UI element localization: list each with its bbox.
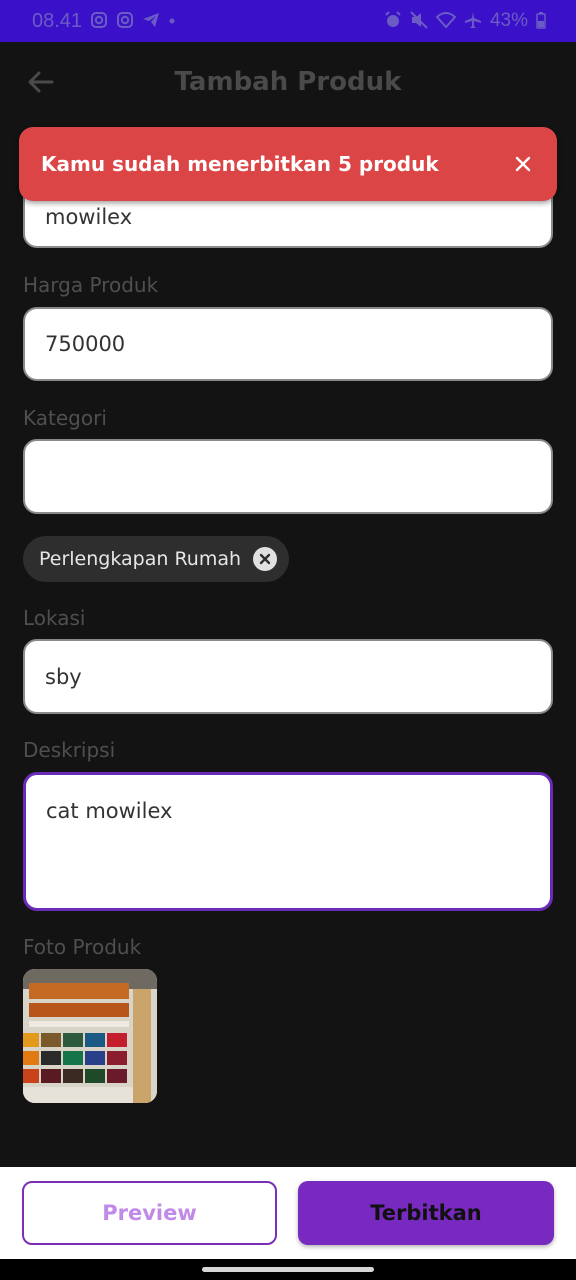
gesture-handle[interactable]	[202, 1267, 374, 1272]
location-label: Lokasi	[23, 606, 86, 630]
preview-button[interactable]: Preview	[22, 1181, 277, 1245]
price-value: 750000	[45, 332, 126, 356]
app-bar: Tambah Produk	[0, 42, 576, 122]
status-right: 43%	[384, 10, 546, 32]
status-time: 08.41	[32, 9, 83, 32]
navigation-bar	[0, 1259, 576, 1280]
instagram-icon	[90, 11, 108, 32]
price-field[interactable]: 750000	[23, 307, 553, 381]
bottom-action-bar: Preview Terbitkan	[0, 1167, 576, 1259]
price-label: Harga Produk	[23, 273, 159, 297]
category-chip-label: Perlengkapan Rumah	[39, 548, 242, 570]
close-icon[interactable]	[511, 152, 535, 176]
battery-icon	[536, 11, 546, 32]
telegram-icon	[142, 11, 160, 32]
category-label: Kategori	[23, 406, 107, 430]
airplane-icon	[464, 11, 482, 32]
battery-percent: 43%	[489, 10, 528, 31]
toast-notification: Kamu sudah menerbitkan 5 produk	[19, 127, 557, 201]
close-icon[interactable]	[253, 547, 278, 571]
product-name-value: mowilex	[45, 205, 133, 229]
alarm-icon	[384, 10, 402, 32]
back-arrow-icon[interactable]	[24, 64, 56, 100]
status-left: 08.41	[32, 10, 176, 33]
toast-message: Kamu sudah menerbitkan 5 produk	[41, 152, 439, 176]
publish-button[interactable]: Terbitkan	[298, 1181, 554, 1245]
product-photo[interactable]	[23, 969, 157, 1103]
category-chip[interactable]: Perlengkapan Rumah	[23, 536, 290, 582]
location-field[interactable]: sby	[23, 639, 553, 714]
status-bar: 08.41 43%	[0, 0, 576, 42]
instagram-icon	[116, 11, 134, 32]
mute-icon	[410, 10, 428, 32]
location-value: sby	[45, 664, 82, 689]
category-field[interactable]	[23, 439, 553, 514]
description-value: cat mowilex	[46, 799, 173, 823]
dot-icon	[168, 11, 176, 32]
photo-label: Foto Produk	[23, 935, 142, 959]
page-title: Tambah Produk	[174, 67, 402, 97]
wifi-icon	[435, 11, 457, 32]
description-label: Deskripsi	[23, 738, 116, 762]
description-field[interactable]: cat mowilex	[23, 772, 553, 911]
